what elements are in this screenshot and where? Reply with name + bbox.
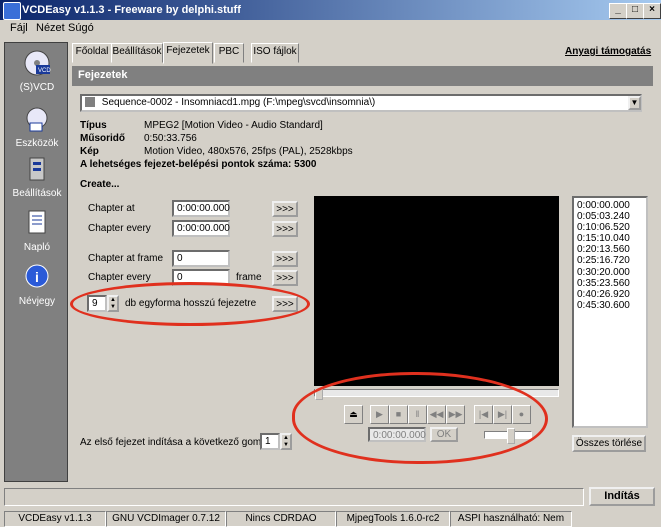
list-item[interactable]: 0:15:10.040 [577,233,643,244]
list-item[interactable]: 0:40:26.920 [577,289,643,300]
frame-suffix-label: frame [236,272,262,283]
chapter-every-label: Chapter every [88,223,151,234]
status-version: VCDEasy v1.1.3 [4,511,106,527]
first-chapter-field[interactable]: 1 [260,433,280,450]
chevron-down-icon[interactable]: ▼ [628,96,641,110]
list-item[interactable]: 0:25:16.720 [577,255,643,266]
tab-home[interactable]: Főoldal [72,43,112,63]
minimize-button[interactable]: _ [609,3,627,19]
list-item[interactable]: 0:10:06.520 [577,222,643,233]
sidebar-item-label: Beállítások [12,188,62,199]
sidebar-item-settings[interactable]: Beállítások [5,155,69,199]
annotation-ellipse-chapters [70,282,310,326]
status-mjpegtools: MjpegTools 1.6.0-rc2 [336,511,450,527]
duration-value: 0:50:33.756 [144,133,197,144]
list-item[interactable]: 0:30:20.000 [577,267,643,278]
tools-icon [26,107,48,132]
status-vcdimager: GNU VCDImager 0.7.12 [106,511,226,527]
menu-bar: Fájl Nézet Súgó [0,20,661,38]
sidebar-item-tools[interactable]: Eszközök [5,105,69,149]
list-item[interactable]: 0:35:23.560 [577,278,643,289]
chapter-every-go-button[interactable]: >>> [272,221,298,237]
annotation-ellipse-player [292,372,548,464]
sidebar: VCD (S)VCD Eszközök Beállítások Napló i … [4,42,68,482]
sequence-select[interactable]: Sequence-0002 - Insomniacd1.mpg (F:\mpeg… [80,94,642,112]
log-icon [28,210,46,234]
type-label: Típus [80,120,107,131]
type-value: MPEG2 [Motion Video - Audio Standard] [144,120,323,131]
video-preview [314,196,559,386]
sidebar-item-label: (S)VCD [19,82,55,93]
sequence-value: Sequence-0002 - Insomniacd1.mpg (F:\mpeg… [101,97,376,108]
sidebar-item-label: Névjegy [18,296,56,307]
first-chapter-label: Az első fejezet indítása a következő gom… [80,437,281,448]
tab-settings[interactable]: Beállítások [111,43,163,63]
disc-icon: VCD [24,50,51,76]
chapter-every-field[interactable]: 0:00:00.000 [172,220,230,237]
status-cdrdao: Nincs CDRDAO [226,511,336,527]
list-item[interactable]: 0:00:00.000 [577,200,643,211]
status-aspi: ASPI használható: Nem [450,511,572,527]
chapter-at-frame-label: Chapter at frame [88,253,164,264]
create-label: Create... [80,179,120,190]
file-icon [85,97,95,108]
settings-icon [29,157,45,181]
support-link[interactable]: Anyagi támogatás [565,46,651,57]
tab-pbc[interactable]: PBC [214,43,244,63]
image-value: Motion Video, 480x576, 25fps (PAL), 2528… [144,146,353,157]
first-chapter-spinner[interactable]: ▲ ▼ [280,433,292,450]
chapter-at-frame-field[interactable]: 0 [172,250,230,267]
start-button[interactable]: Indítás [589,487,655,506]
list-item[interactable]: 0:05:03.240 [577,211,643,222]
list-item[interactable]: 0:20:13.560 [577,244,643,255]
info-icon: i [25,264,49,288]
sidebar-item-about[interactable]: i Névjegy [5,263,69,307]
sidebar-item-label: Napló [23,242,51,253]
section-header: Fejezetek [72,66,653,86]
close-button[interactable]: × [643,3,661,19]
maximize-button[interactable]: □ [626,3,644,19]
window-title: VCDEasy v1.1.3 - Freeware by delphi.stuf… [22,4,241,16]
list-item[interactable]: 0:45:30.600 [577,300,643,311]
chapters-list[interactable]: 0:00:00.000 0:05:03.240 0:10:06.520 0:15… [572,196,648,428]
menu-view[interactable]: Nézet [36,22,65,34]
menu-help[interactable]: Súgó [68,22,94,34]
sidebar-item-label: Eszközök [15,138,59,149]
tab-chapters[interactable]: Fejezetek [163,42,213,64]
chapter-at-frame-go-button[interactable]: >>> [272,251,298,267]
sidebar-item-log[interactable]: Napló [5,209,69,253]
svg-text:i: i [35,269,39,285]
chapter-every-frame-go-button[interactable]: >>> [272,270,298,286]
entry-points-text: A lehetséges fejezet-belépési pontok szá… [80,159,317,170]
progress-bar [4,488,584,506]
title-bar: VCDEasy v1.1.3 - Freeware by delphi.stuf… [0,0,661,20]
chapter-every-frame-label: Chapter every [88,272,151,283]
duration-label: Műsoridő [80,133,125,144]
menu-file[interactable]: Fájl [10,22,28,34]
image-label: Kép [80,146,99,157]
svg-text:VCD: VCD [38,68,51,74]
chapter-at-field[interactable]: 0:00:00.000 [172,200,230,217]
clear-all-button[interactable]: Összes törlése [572,435,646,452]
chapter-at-go-button[interactable]: >>> [272,201,298,217]
tab-iso-files[interactable]: ISO fájlok [251,43,299,63]
app-icon [3,2,21,20]
chapter-at-label: Chapter at [88,203,135,214]
sidebar-item-svcd[interactable]: VCD (S)VCD [5,49,69,93]
